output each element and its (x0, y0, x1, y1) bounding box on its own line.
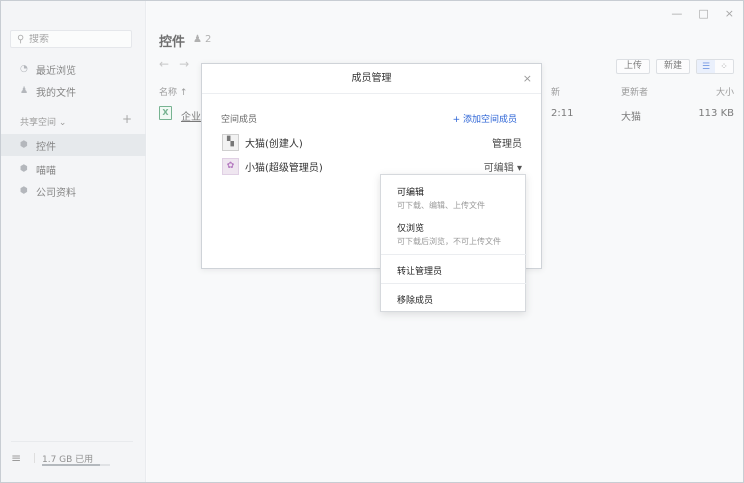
menu-item-remove-member[interactable]: 移除成员 (381, 293, 527, 306)
menu-item-desc: 可下载、编辑、上传文件 (397, 201, 485, 210)
add-member-link[interactable]: + 添加空间成员 (453, 112, 517, 125)
menu-item-transfer-admin[interactable]: 转让管理员 (381, 264, 527, 277)
member-role: 管理员 (492, 138, 522, 150)
avatar: ✿ (222, 157, 239, 175)
close-icon[interactable]: × (523, 64, 532, 94)
menu-divider (381, 254, 527, 255)
member-row: ✿ 小猫(超级管理员) 可编辑 ▾ (222, 156, 522, 176)
menu-item-title: 仅浏览 (397, 224, 425, 234)
member-row: ▚ 大猫(创建人) 管理员 (222, 132, 522, 152)
role-dropdown[interactable]: 可编辑 ▾ (484, 159, 522, 174)
menu-divider (381, 283, 527, 284)
menu-item-view-only[interactable]: 仅浏览 可下载后浏览，不可上传文件 (381, 221, 527, 247)
app-window: ⚲ ◔ 最近浏览 ♟ 我的文件 共享空间 ⌄ + ⬢ 控件 ⬢ 喵喵 ⬢ 公司资… (0, 0, 744, 483)
menu-item-title: 移除成员 (397, 296, 434, 306)
role-dropdown-menu: 可编辑 可下载、编辑、上传文件 仅浏览 可下载后浏览，不可上传文件 转让管理员 … (380, 174, 527, 312)
menu-item-title: 可编辑 (397, 188, 425, 198)
dialog-header: 成员管理 × (202, 64, 541, 94)
menu-item-desc: 可下载后浏览，不可上传文件 (397, 237, 501, 246)
member-name: 大猫(创建人) (245, 138, 303, 150)
avatar: ▚ (222, 133, 239, 151)
dialog-title: 成员管理 (351, 73, 392, 84)
menu-item-title: 转让管理员 (397, 267, 443, 277)
member-name: 小猫(超级管理员) (245, 162, 323, 174)
menu-item-can-edit[interactable]: 可编辑 可下载、编辑、上传文件 (381, 185, 527, 211)
members-label: 空间成员 (221, 115, 258, 125)
